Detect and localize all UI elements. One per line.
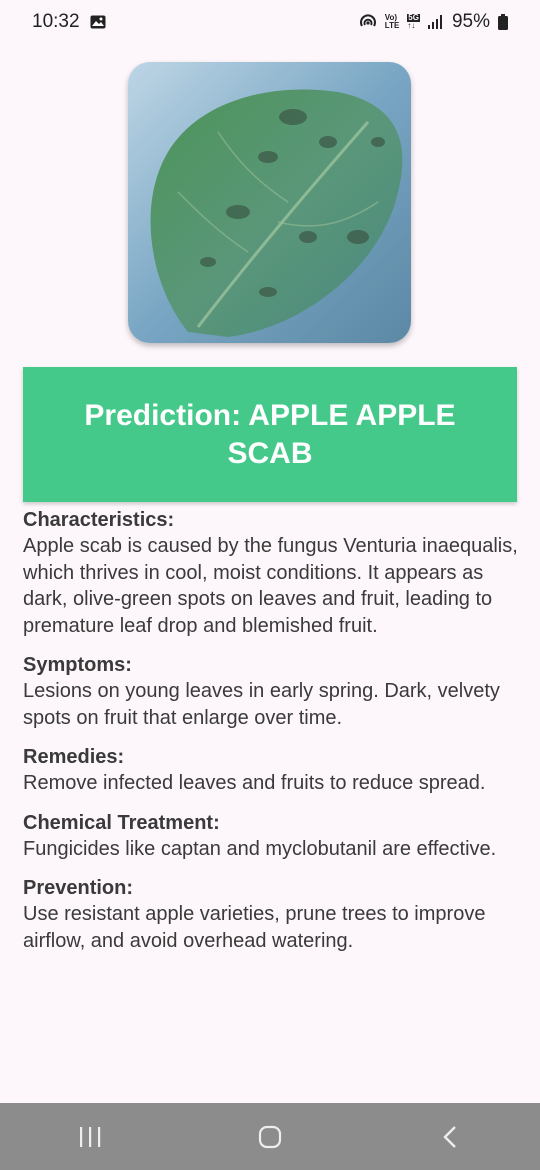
navigation-bar: [0, 1103, 540, 1170]
section-chemical-treatment: Chemical Treatment: Fungicides like capt…: [23, 810, 523, 863]
prediction-text: Prediction: APPLE APPLE SCAB: [84, 398, 456, 470]
recents-icon: [80, 1126, 101, 1147]
section-heading: Prevention:: [23, 877, 134, 899]
status-left: 10:32: [32, 11, 106, 33]
battery-icon: [498, 14, 508, 30]
section-symptoms: Symptoms: Lesions on young leaves in ear…: [23, 652, 523, 731]
status-bar: 10:32 Vo) LTE 5G ↑↓ 95%: [0, 0, 540, 44]
section-body: Remove infected leaves and fruits to red…: [23, 772, 486, 794]
section-heading: Symptoms:: [23, 654, 132, 676]
status-time: 10:32: [32, 11, 80, 32]
status-right: Vo) LTE 5G ↑↓ 95%: [359, 11, 508, 33]
recents-button[interactable]: [60, 1107, 120, 1167]
disease-info: Characteristics: Apple scab is caused by…: [23, 507, 523, 967]
section-heading: Remedies:: [23, 746, 125, 768]
home-icon: [258, 1125, 282, 1148]
back-button[interactable]: [420, 1107, 480, 1167]
signal-icon: [427, 15, 444, 29]
home-button[interactable]: [240, 1107, 300, 1167]
section-heading: Characteristics:: [23, 509, 175, 531]
battery-percent: 95%: [451, 11, 490, 32]
section-characteristics: Characteristics: Apple scab is caused by…: [23, 507, 523, 639]
back-icon: [443, 1125, 456, 1148]
hotspot-icon: [359, 14, 377, 30]
network-indicator: 5G ↑↓: [407, 14, 420, 30]
section-body: Apple scab is caused by the fungus Ventu…: [23, 535, 518, 637]
volte-bottom: LTE: [384, 21, 400, 30]
leaf-photo: [128, 62, 411, 343]
prediction-banner: Prediction: APPLE APPLE SCAB: [23, 367, 517, 502]
gallery-icon: [90, 15, 106, 29]
volte-indicator: Vo) LTE: [385, 14, 400, 30]
section-remedies: Remedies: Remove infected leaves and fru…: [23, 744, 523, 797]
section-heading: Chemical Treatment:: [23, 811, 220, 834]
section-body: Use resistant apple varieties, prune tre…: [23, 903, 486, 952]
section-body: Lesions on young leaves in early spring.…: [23, 680, 500, 729]
section-body: Fungicides like captan and myclobutanil …: [23, 837, 497, 860]
network-arrows: ↑↓: [407, 21, 416, 30]
section-prevention: Prevention: Use resistant apple varietie…: [23, 875, 523, 954]
